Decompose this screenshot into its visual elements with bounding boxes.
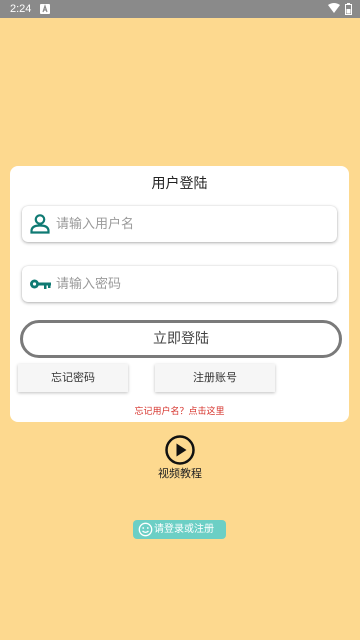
login-card: 用户登陆 立即登陆 忘记密码 注册账号 忘记用户名？点击这里 bbox=[10, 166, 349, 422]
user-icon bbox=[28, 212, 52, 236]
login-button[interactable]: 立即登陆 bbox=[20, 320, 342, 358]
login-hint-text: 请登录或注册 bbox=[154, 524, 214, 535]
username-field[interactable] bbox=[22, 206, 337, 242]
video-tutorial-label: 视频教程 bbox=[158, 467, 202, 480]
forgot-username-link[interactable]: 忘记用户名？点击这里 bbox=[10, 406, 349, 418]
key-icon bbox=[28, 272, 52, 296]
smile-icon bbox=[138, 522, 153, 537]
password-input[interactable] bbox=[56, 270, 326, 298]
video-tutorial-button[interactable]: 视频教程 bbox=[150, 434, 210, 481]
status-time: 2:24 bbox=[10, 3, 32, 15]
forgot-password-button[interactable]: 忘记密码 bbox=[18, 364, 128, 392]
battery-icon bbox=[345, 3, 352, 18]
username-input[interactable] bbox=[56, 210, 326, 238]
wifi-icon bbox=[328, 3, 340, 17]
login-title: 用户登陆 bbox=[151, 176, 208, 192]
register-button[interactable]: 注册账号 bbox=[155, 364, 275, 392]
password-field[interactable] bbox=[22, 266, 337, 302]
play-icon bbox=[164, 434, 196, 466]
status-bar: 2:24 bbox=[0, 0, 360, 18]
login-hint-badge[interactable]: 请登录或注册 bbox=[133, 520, 226, 539]
app-notification-icon bbox=[40, 4, 50, 14]
